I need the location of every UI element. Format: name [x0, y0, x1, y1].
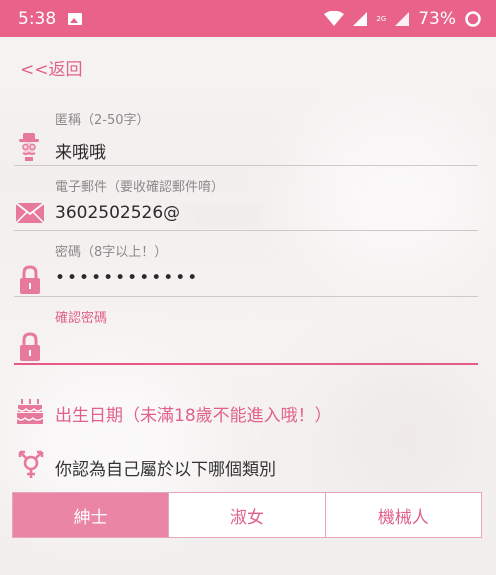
email-input[interactable]: 3602502526@: [55, 203, 180, 223]
email-label: 電子郵件（要收確認郵件唷）: [55, 180, 225, 195]
email-underline: [14, 230, 478, 231]
status-icons: 2G 73%: [324, 9, 482, 29]
gender-question: 你認為自己屬於以下哪個類別: [55, 460, 276, 480]
nickname-input[interactable]: 来哦哦: [55, 138, 106, 163]
nickname-underline: [14, 165, 478, 166]
gender-option-gentleman[interactable]: 紳士: [13, 493, 169, 537]
nickname-label: 匿稱（2-50字）: [55, 113, 150, 128]
password-underline: [14, 296, 478, 297]
password-input[interactable]: ••••••••••••: [55, 268, 199, 288]
status-time: 5:38: [18, 8, 57, 29]
battery-percent: 73%: [418, 8, 456, 29]
status-bar: 5:38 2G 73%: [0, 0, 496, 37]
network-type-label: 2G: [376, 14, 387, 23]
signal-icon: [353, 11, 368, 26]
cake-icon: [16, 399, 44, 424]
lock-icon: [20, 332, 40, 361]
battery-ring-icon: [465, 10, 481, 27]
confirm-password-underline: [14, 363, 478, 365]
gender-option-robot[interactable]: 機械人: [324, 493, 481, 537]
lock-icon: [20, 265, 40, 294]
wifi-icon: [324, 10, 345, 26]
gentleman-icon: [19, 133, 39, 161]
redaction-blur: [175, 205, 270, 227]
confirm-password-label: 確認密碼: [55, 311, 108, 326]
birthday-picker[interactable]: 出生日期（未滿18歲不能進入哦！）: [55, 401, 332, 426]
gender-option-lady[interactable]: 淑女: [168, 493, 324, 537]
back-link[interactable]: <<返回: [20, 55, 83, 80]
image-notification-icon: [68, 12, 83, 25]
envelope-icon: [15, 202, 45, 224]
transgender-icon: [18, 450, 44, 478]
signal-2-icon: [395, 11, 410, 26]
password-label: 密碼（8字以上！）: [55, 245, 168, 260]
gender-segmented-control: 紳士 淑女 機械人: [12, 492, 482, 538]
